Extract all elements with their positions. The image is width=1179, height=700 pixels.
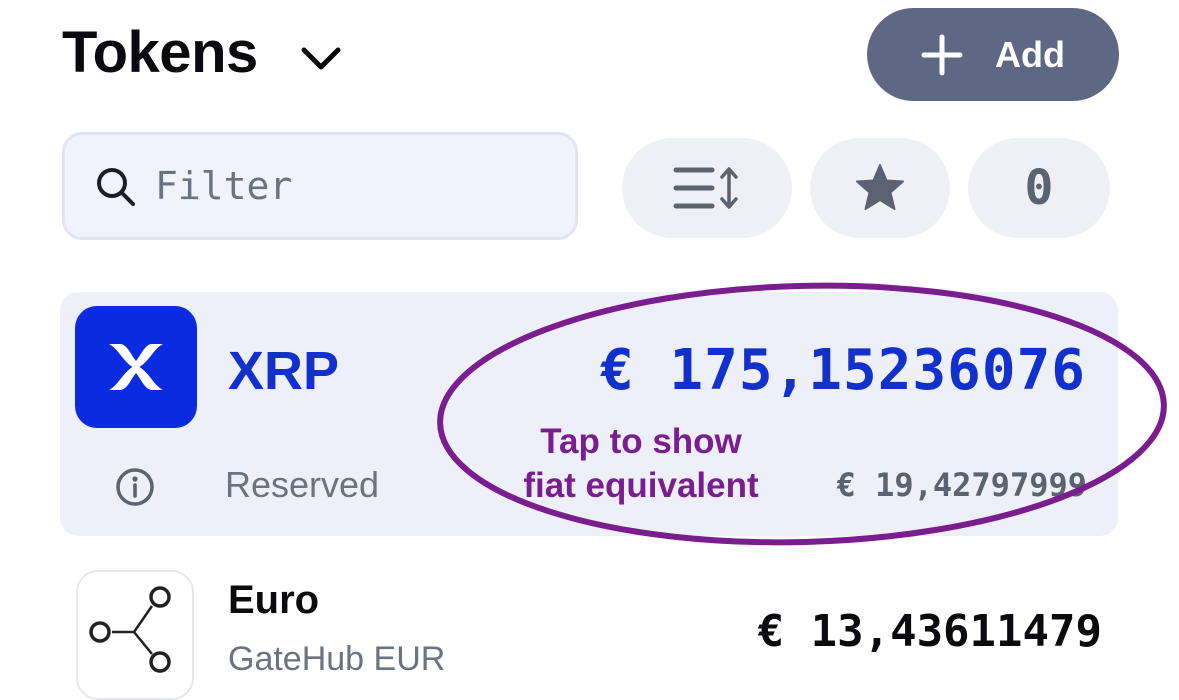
- chevron-down-icon[interactable]: [300, 44, 342, 74]
- search-icon: [97, 168, 135, 206]
- token-issuer: GateHub EUR: [228, 640, 446, 678]
- token-name: XRP: [228, 341, 340, 401]
- add-button[interactable]: Add: [867, 8, 1119, 101]
- info-icon[interactable]: [114, 466, 156, 508]
- gatehub-logo-icon: [76, 570, 194, 700]
- annotation-line-2: fiat equivalent: [523, 466, 759, 505]
- favorites-button[interactable]: [810, 138, 950, 238]
- sort-icon: [673, 167, 738, 209]
- xrp-logo-icon: [75, 306, 197, 428]
- sort-button[interactable]: [622, 138, 792, 238]
- star-icon: [856, 164, 904, 210]
- annotation-ellipse: [437, 282, 1167, 546]
- filter-box[interactable]: [62, 132, 578, 240]
- annotation-line-1: Tap to show: [540, 422, 742, 461]
- hidden-count-button[interactable]: 0: [968, 138, 1110, 238]
- token-balance[interactable]: € 13,43611479: [758, 606, 1102, 657]
- plus-icon: [921, 34, 963, 75]
- annotation-text: Tap to show fiat equivalent: [476, 420, 806, 508]
- token-name: Euro: [228, 578, 320, 622]
- reserved-label: Reserved: [225, 464, 380, 505]
- page-title[interactable]: Tokens: [62, 18, 258, 88]
- add-button-label: Add: [995, 33, 1065, 75]
- filter-input[interactable]: [153, 163, 537, 209]
